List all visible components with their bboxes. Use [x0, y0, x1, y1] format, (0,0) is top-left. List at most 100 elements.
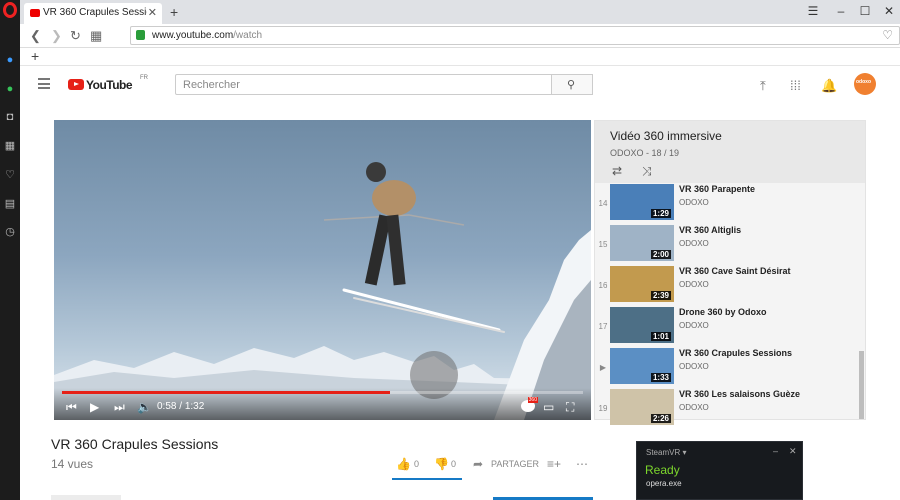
playlist-item[interactable]: 19 2:26 VR 360 Les salaisons Guèze ODOXO [595, 388, 857, 429]
reload-icon[interactable]: ↻ [70, 28, 81, 44]
upload-icon[interactable]: ⤒ [760, 78, 766, 94]
add-to-playlist-icon[interactable]: ≡+ [547, 457, 561, 471]
playlist-item-title[interactable]: Drone 360 by Odoxo [679, 307, 767, 317]
loop-icon[interactable]: ⇄ [612, 164, 622, 178]
history-icon[interactable]: ◷ [4, 226, 16, 238]
share-icon[interactable]: ➦ [473, 457, 483, 471]
previous-icon[interactable]: ⏮ [66, 400, 77, 414]
playlist-item-thumbnail[interactable]: 2:26 [610, 389, 674, 425]
bookmark-heart-icon[interactable]: ♡ [882, 28, 893, 42]
heart-icon[interactable]: ♡ [4, 169, 16, 181]
playlist-item-index: 19 [598, 404, 608, 413]
tab-active[interactable]: VR 360 Crapules Sessions ✕ [24, 3, 162, 24]
next-icon[interactable]: ⏭ [114, 400, 125, 414]
messenger-icon[interactable]: ● [4, 54, 16, 66]
speed-dial-icon[interactable]: ▦ [4, 140, 16, 152]
playlist-item-thumbnail[interactable]: 2:00 [610, 225, 674, 261]
playlist-item-title[interactable]: VR 360 Crapules Sessions [679, 348, 792, 358]
playlist-item-thumbnail[interactable]: 1:01 [610, 307, 674, 343]
whatsapp-icon[interactable]: ● [4, 83, 16, 95]
playlist-subtitle: ODOXO - 18 / 19 [610, 148, 680, 158]
youtube-play-icon [68, 79, 84, 90]
more-options-icon[interactable]: ⋯ [576, 457, 588, 471]
playlist-header: Vidéo 360 immersive ODOXO - 18 / 19 ⇄ ⤨ [595, 121, 865, 183]
dislike-count: 0 [451, 459, 457, 469]
apps-grid-icon[interactable]: ⁞⁞⁞ [790, 78, 801, 93]
playlist-scrollbar[interactable] [859, 351, 864, 419]
like-icon[interactable]: 👍 [396, 457, 411, 471]
playlist-item-channel: ODOXO [679, 403, 709, 412]
playlist-item-duration: 1:29 [650, 209, 671, 218]
forward-icon[interactable]: ❯ [51, 28, 62, 44]
playlist-item-thumbnail[interactable]: 2:39 [610, 266, 674, 302]
steamvr-app: opera.exe [646, 479, 682, 488]
tab-menu-icon[interactable]: ☰ [806, 4, 820, 18]
tab-bar: VR 360 Crapules Sessions ✕ + ☰ – ☐ ✕ [20, 0, 900, 24]
playlist-item-title[interactable]: VR 360 Les salaisons Guèze [679, 389, 800, 399]
play-icon[interactable]: ▶ [90, 400, 99, 414]
search-button[interactable]: ⚲ [552, 74, 593, 95]
maximize-button[interactable]: ☐ [858, 4, 872, 18]
steamvr-title[interactable]: SteamVR ▾ [646, 448, 686, 457]
opera-sidebar: ● ● ◘ ▦ ♡ ▤ ◷ [0, 0, 20, 500]
country-code: FR [140, 75, 148, 81]
tab-close-icon[interactable]: ✕ [148, 6, 157, 19]
share-button[interactable]: PARTAGER [491, 459, 539, 469]
youtube-header: YouTube FR Rechercher ⚲ ⤒ ⁞⁞⁞ 🔔 odoxo [20, 66, 900, 104]
player-controls: ⏮ ▶ ⏭ 🔈 0:58 / 1:32 360 ▭ ⛶ [54, 388, 591, 420]
back-icon[interactable]: ❮ [30, 28, 41, 44]
new-tab-button[interactable]: + [170, 4, 178, 20]
youtube-favicon-icon [30, 9, 40, 17]
playlist-item-channel: ODOXO [679, 280, 709, 289]
minimize-button[interactable]: – [834, 4, 848, 18]
steamvr-minimize-icon[interactable]: – [773, 446, 778, 456]
search-input[interactable]: Rechercher [175, 74, 552, 95]
playlist-item-index: 14 [598, 199, 608, 208]
playlist-item-title[interactable]: VR 360 Parapente [679, 184, 755, 194]
search-icon: ⚲ [567, 79, 576, 91]
playlist-item-thumbnail[interactable]: 1:33 [610, 348, 674, 384]
url-field[interactable]: www.youtube.com/watch ♡ [130, 26, 900, 45]
progress-bar[interactable] [62, 391, 583, 394]
steamvr-close-icon[interactable]: ✕ [789, 446, 797, 457]
playlist-item[interactable]: 14 1:29 VR 360 Parapente ODOXO [595, 183, 857, 224]
notifications-bell-icon[interactable]: 🔔 [821, 78, 837, 94]
lock-icon [136, 30, 145, 40]
like-ratio-bar [392, 478, 462, 480]
playlist-item-title[interactable]: VR 360 Altiglis [679, 225, 741, 235]
steamvr-status: Ready [645, 463, 680, 477]
theater-mode-icon[interactable]: ▭ [543, 400, 554, 414]
avatar[interactable]: odoxo [854, 73, 876, 95]
playlist-item-duration: 2:26 [650, 414, 671, 423]
playlist-item[interactable]: 16 2:39 VR 360 Cave Saint Désirat ODOXO [595, 265, 857, 306]
playlist-item[interactable]: 15 2:00 VR 360 Altiglis ODOXO [595, 224, 857, 265]
dislike-icon[interactable]: 👎 [434, 457, 449, 471]
add-bookmark-button[interactable]: + [31, 48, 39, 64]
speed-dial-icon[interactable]: ▦ [90, 28, 102, 44]
close-window-button[interactable]: ✕ [882, 4, 896, 18]
playlist-item-title[interactable]: VR 360 Cave Saint Désirat [679, 266, 791, 276]
360-icon[interactable]: 360 [521, 397, 538, 412]
url-text: www.youtube.com/watch [152, 30, 263, 41]
shuffle-icon[interactable]: ⤨ [642, 164, 652, 179]
news-icon[interactable]: ▤ [4, 198, 16, 210]
playlist-item-channel: ODOXO [679, 362, 709, 371]
playlist-item[interactable]: ▶ 1:33 VR 360 Crapules Sessions ODOXO [595, 347, 857, 388]
playlist-item-thumbnail[interactable]: 1:29 [610, 184, 674, 220]
playlist-item-duration: 2:39 [650, 291, 671, 300]
playlist-item-duration: 1:33 [650, 373, 671, 382]
playlist-title: Vidéo 360 immersive [610, 129, 722, 143]
playlist-item-channel: ODOXO [679, 198, 709, 207]
volume-icon[interactable]: 🔈 [137, 400, 152, 414]
steamvr-window: SteamVR ▾ – ✕ Ready opera.exe [636, 441, 803, 500]
playlist-item-channel: ODOXO [679, 321, 709, 330]
video-player[interactable]: ⏮ ▶ ⏭ 🔈 0:58 / 1:32 360 ▭ ⛶ [54, 120, 591, 420]
playlist-item-index: 16 [598, 281, 608, 290]
menu-icon[interactable] [38, 78, 50, 92]
fullscreen-icon[interactable]: ⛶ [566, 400, 574, 414]
opera-logo-icon[interactable] [3, 2, 17, 18]
playlist-item[interactable]: 17 1:01 Drone 360 by Odoxo ODOXO [595, 306, 857, 347]
playlist-panel: Vidéo 360 immersive ODOXO - 18 / 19 ⇄ ⤨ … [594, 120, 866, 425]
camera-icon[interactable]: ◘ [4, 111, 16, 123]
playlist-item-index: ▶ [599, 363, 607, 372]
